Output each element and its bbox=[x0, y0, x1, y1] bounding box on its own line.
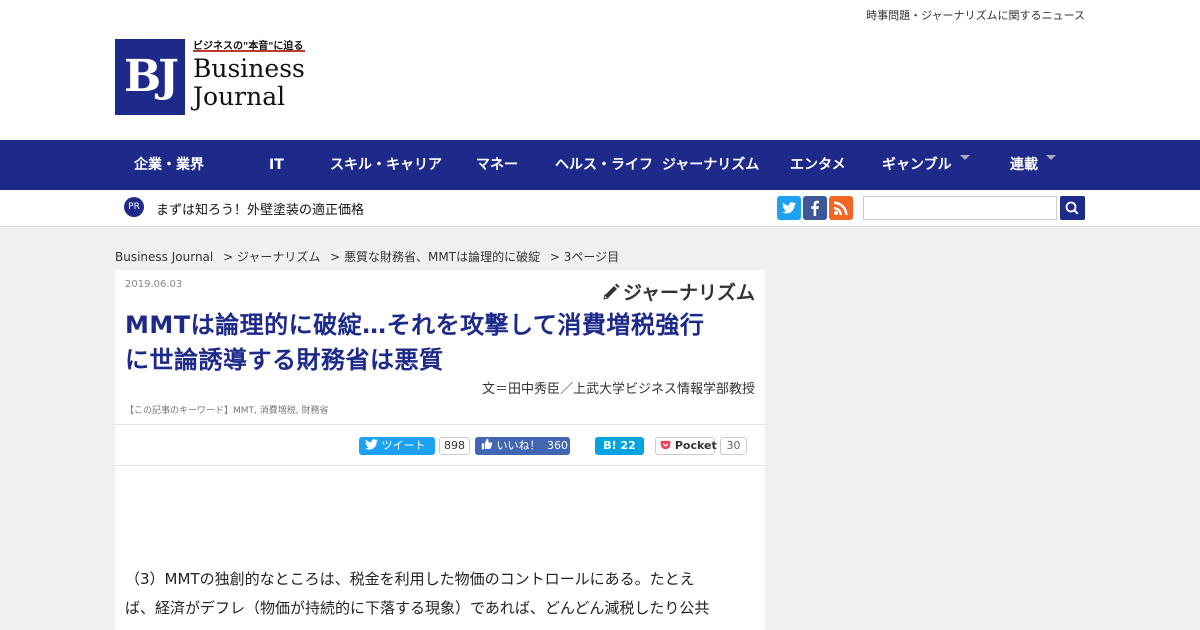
article-author: 文＝田中秀臣／上武大学ビジネス情報学部教授 bbox=[481, 382, 755, 397]
like-count: 360 bbox=[547, 439, 568, 452]
logo-accent-line bbox=[193, 50, 305, 52]
tweet-count: 898 bbox=[439, 437, 470, 455]
article-title-line: MMTは論理的に破綻…それを攻撃して消費増税強行 bbox=[125, 311, 705, 339]
article: 2019.06.03 ジャーナリズム MMTは論理的に破綻…それを攻撃して消費増… bbox=[115, 270, 765, 630]
pocket-icon bbox=[660, 440, 671, 450]
nav-item-it[interactable]: IT bbox=[269, 140, 284, 190]
article-category[interactable]: ジャーナリズム bbox=[601, 278, 755, 305]
site-logo[interactable]: BJ ビジネスの"本音"に迫る Business Journal bbox=[115, 38, 315, 118]
pocket-count: 30 bbox=[720, 437, 747, 455]
article-title-line: に世論誘導する財務省は悪質 bbox=[125, 346, 444, 374]
facebook-icon[interactable] bbox=[803, 196, 827, 220]
nav-item-entame[interactable]: エンタメ bbox=[790, 140, 846, 190]
breadcrumb: Business Journal > ジャーナリズム > 悪質な財務省、MMTは… bbox=[115, 248, 625, 265]
nav-item-gamble[interactable]: ギャンブル bbox=[882, 140, 970, 190]
pocket-label: Pocket bbox=[674, 439, 717, 452]
breadcrumb-page: > 3ページ目 bbox=[549, 250, 620, 264]
chevron-down-icon bbox=[959, 155, 970, 160]
nav-item-label: 企業・業界 bbox=[134, 157, 204, 173]
main-nav: 企業・業界 IT スキル・キャリア マネー ヘルス・ライフ ジャーナリズム エン… bbox=[0, 140, 1200, 190]
nav-item-label: ヘルス・ライフ bbox=[555, 157, 653, 173]
nav-item-journalism[interactable]: ジャーナリズム bbox=[662, 140, 759, 190]
sub-bar: PR まずは知ろう！外壁塗装の適正価格 bbox=[0, 190, 1200, 227]
logo-word-business: Business bbox=[193, 54, 305, 83]
pencil-icon bbox=[601, 282, 621, 304]
tweet-label: ツイート bbox=[381, 439, 426, 452]
twitter-icon bbox=[365, 439, 378, 450]
pr-badge: PR bbox=[124, 197, 144, 217]
nav-item-label: ジャーナリズム bbox=[662, 157, 760, 173]
nav-item-label: スキル・キャリア bbox=[330, 157, 442, 173]
tweet-button[interactable]: ツイート bbox=[359, 437, 435, 455]
breadcrumb-home[interactable]: Business Journal bbox=[115, 250, 213, 264]
nav-item-health-life[interactable]: ヘルス・ライフ bbox=[555, 140, 653, 190]
article-body-line: （3）MMTの独創的なところは、税金を利用した物価のコントロールにある。たとえ bbox=[125, 570, 695, 588]
logo-mark: BJ bbox=[115, 39, 185, 115]
search-button[interactable] bbox=[1060, 196, 1085, 220]
article-body-line: ば、経済がデフレ（物価が持続的に下落する現象）であれば、どんどん減税したり公共 bbox=[125, 599, 710, 617]
site-header: 時事問題・ジャーナリズムに関するニュース BJ ビジネスの"本音"に迫る Bus… bbox=[0, 0, 1200, 140]
pr-link[interactable]: まずは知ろう！外壁塗装の適正価格 bbox=[156, 199, 364, 218]
nav-item-label: 連載 bbox=[1010, 157, 1038, 173]
pocket-button[interactable]: Pocket bbox=[655, 437, 717, 455]
twitter-icon[interactable] bbox=[777, 196, 801, 220]
nav-item-business[interactable]: 企業・業界 bbox=[134, 140, 204, 190]
nav-item-series[interactable]: 連載 bbox=[1010, 140, 1056, 190]
breadcrumb-category[interactable]: > ジャーナリズム bbox=[223, 250, 320, 264]
logo-word-journal: Journal bbox=[193, 82, 286, 111]
nav-item-money[interactable]: マネー bbox=[476, 140, 518, 190]
hatena-icon: B! bbox=[603, 439, 617, 452]
nav-item-label: エンタメ bbox=[790, 157, 846, 173]
hatena-count: 22 bbox=[620, 439, 636, 452]
article-title: MMTは論理的に破綻…それを攻撃して消費増税強行 に世論誘導する財務省は悪質 bbox=[125, 308, 755, 378]
nav-item-label: ギャンブル bbox=[882, 157, 952, 173]
article-body: （3）MMTの独創的なところは、税金を利用した物価のコントロールにある。たとえ … bbox=[125, 565, 755, 623]
breadcrumb-article[interactable]: > 悪質な財務省、MMTは論理的に破綻 bbox=[330, 250, 540, 264]
nav-item-label: マネー bbox=[476, 157, 518, 173]
hatena-bookmark-button[interactable]: B! 22 bbox=[595, 437, 644, 455]
site-tagline: 時事問題・ジャーナリズムに関するニュース bbox=[866, 9, 1085, 22]
article-category-label: ジャーナリズム bbox=[622, 282, 755, 304]
share-bar: ツイート 898 いいね！ 360 B! 22 Pocket 30 bbox=[115, 424, 765, 466]
nav-item-skill-career[interactable]: スキル・キャリア bbox=[330, 140, 442, 190]
rss-icon[interactable] bbox=[829, 196, 853, 220]
thumbs-up-icon bbox=[481, 438, 493, 450]
nav-item-label: IT bbox=[269, 157, 284, 173]
article-keywords: 【この記事のキーワード】MMT, 消費増税, 財務省 bbox=[125, 406, 329, 416]
search-icon bbox=[1065, 201, 1079, 215]
like-label: いいね！ bbox=[496, 439, 541, 452]
like-button[interactable]: いいね！ 360 bbox=[475, 437, 570, 455]
chevron-down-icon bbox=[1046, 155, 1056, 160]
article-date: 2019.06.03 bbox=[125, 279, 183, 290]
search-input[interactable] bbox=[863, 196, 1057, 220]
